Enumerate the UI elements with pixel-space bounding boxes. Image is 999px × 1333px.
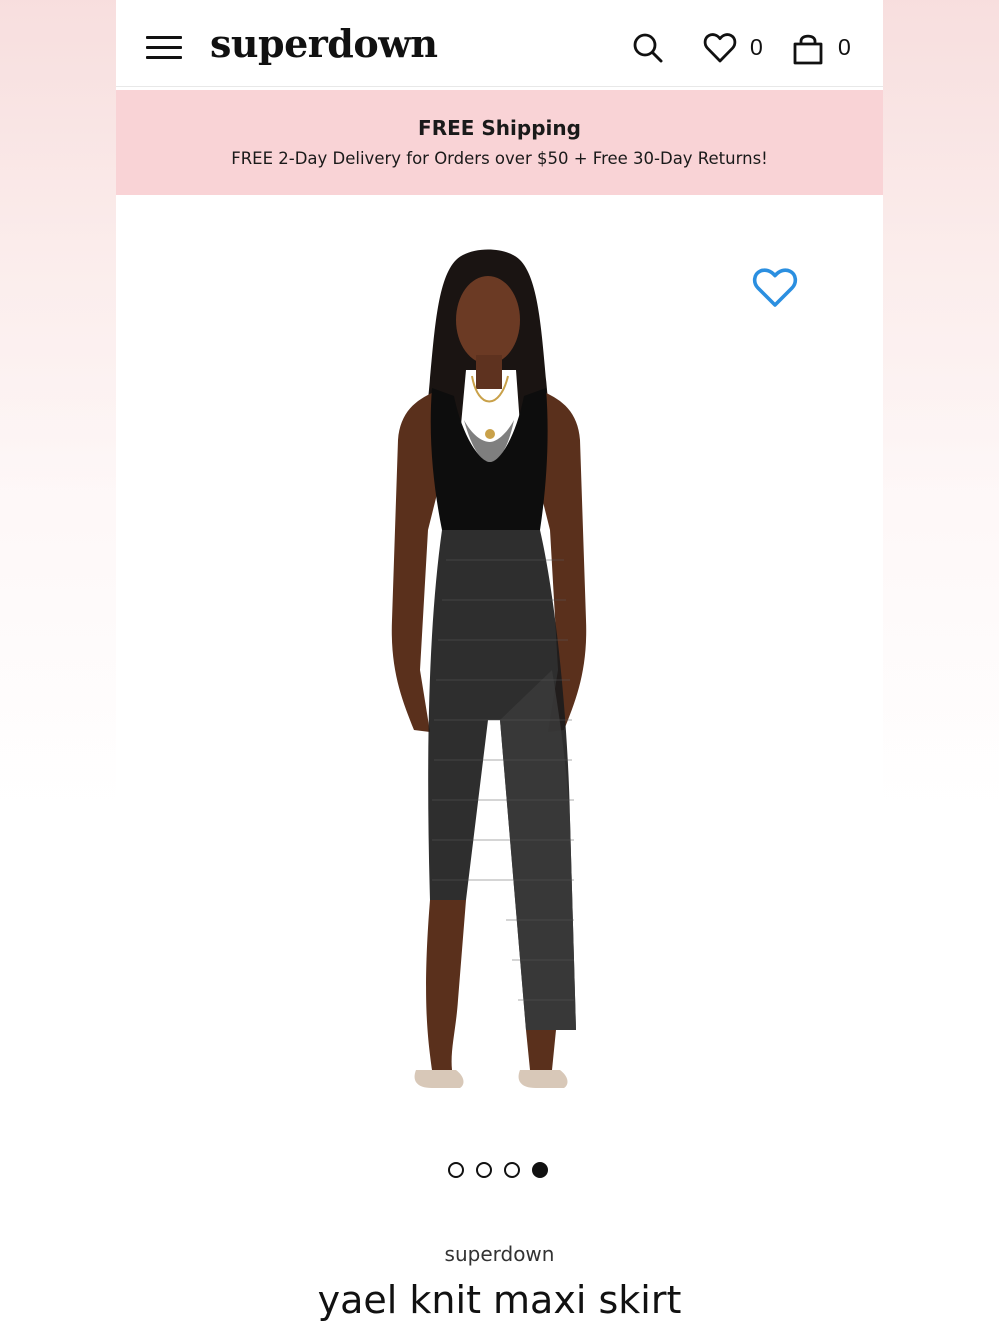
model-figure	[391, 249, 587, 1088]
heart-outline-icon	[703, 33, 737, 63]
mobile-page: superdown 0 0 FREE Shipping FREE 2-Day D…	[116, 0, 883, 1333]
product-brand[interactable]: superdown	[116, 1242, 883, 1266]
shopping-bag-icon	[793, 34, 823, 65]
carousel-dot[interactable]	[476, 1162, 492, 1178]
wishlist-button[interactable]: 0	[702, 28, 772, 68]
site-logo[interactable]: superdown	[210, 18, 438, 70]
banner-subtitle: FREE 2-Day Delivery for Orders over $50 …	[231, 149, 768, 168]
carousel-dot[interactable]	[504, 1162, 520, 1178]
wishlist-count: 0	[750, 34, 763, 60]
site-header: superdown 0 0	[116, 0, 883, 87]
carousel-dots	[446, 1162, 556, 1180]
background-right	[883, 0, 999, 1333]
menu-bar	[146, 56, 182, 59]
add-to-favorites-button[interactable]	[750, 262, 800, 312]
menu-bar	[146, 36, 182, 39]
product-name: yael knit maxi skirt	[317, 1278, 682, 1322]
promo-banner[interactable]: FREE Shipping FREE 2-Day Delivery for Or…	[116, 90, 883, 195]
product-image[interactable]	[116, 200, 883, 1130]
search-button[interactable]	[630, 30, 666, 66]
shopping-bag-button[interactable]: 0	[790, 28, 860, 68]
carousel-dot-active[interactable]	[532, 1162, 548, 1178]
banner-title: FREE Shipping	[418, 116, 581, 140]
carousel-dot[interactable]	[448, 1162, 464, 1178]
background-left	[0, 0, 116, 1333]
menu-icon[interactable]	[144, 32, 184, 64]
bag-count: 0	[838, 34, 851, 60]
menu-bar	[146, 46, 182, 49]
favorite-heart-icon	[752, 268, 798, 307]
search-icon	[633, 33, 663, 63]
